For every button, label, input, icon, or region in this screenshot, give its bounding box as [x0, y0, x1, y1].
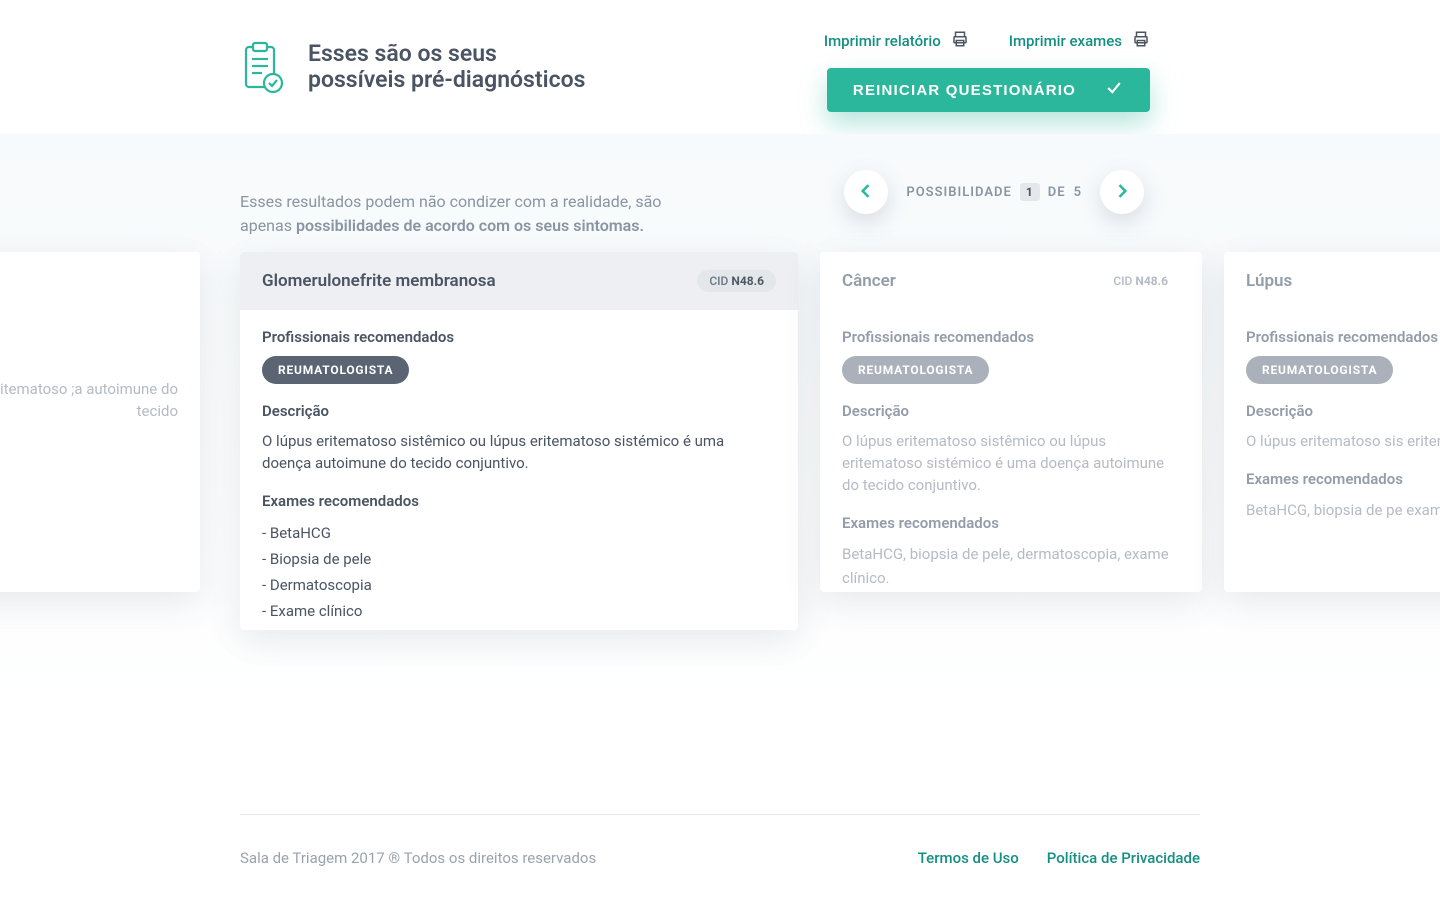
professional-pill: REUMATOLOGISTA: [1246, 356, 1393, 384]
prev-possibility-button[interactable]: [844, 170, 888, 214]
professionals-label: Profissionais recomendados: [1246, 328, 1440, 346]
diagnosis-card-next-2[interactable]: Lúpus Profissionais recomendados REUMATO…: [1224, 252, 1440, 592]
description-label: Descrição: [262, 402, 776, 420]
chevron-right-icon: [1112, 181, 1132, 204]
exam-item: - Biopsia de pele: [262, 546, 776, 572]
header-bar: Esses são os seus possíveis pré-diagnóst…: [0, 0, 1440, 134]
pager-label: POSSIBILIDADE 1 DE 5: [906, 183, 1082, 201]
terms-link[interactable]: Termos de Uso: [918, 849, 1019, 867]
diagnosis-card-next[interactable]: Câncer CID N48.6 Profissionais recomenda…: [820, 252, 1202, 592]
exam-item: - Exame clínico: [262, 598, 776, 624]
print-icon: [1132, 30, 1150, 52]
privacy-link[interactable]: Política de Privacidade: [1047, 849, 1200, 867]
print-report-link[interactable]: Imprimir relatório: [824, 30, 969, 52]
diagnosis-description: istêmico ou lúpus eritematoso ;a autoimu…: [0, 378, 178, 422]
diagnosis-description: O lúpus eritematoso sistêmico ou lúpus e…: [262, 430, 776, 474]
diagnosis-title: Glomerulonefrite membranosa: [262, 271, 496, 291]
possibility-pager: POSSIBILIDADE 1 DE 5: [844, 170, 1144, 214]
print-links: Imprimir relatório Imprimir exames: [824, 30, 1150, 52]
description-label: Descrição: [842, 402, 1180, 420]
exams-label: Exames recomendados: [1246, 470, 1440, 488]
copyright-text: Sala de Triagem 2017 ® Todos os direitos…: [240, 849, 596, 867]
clipboard-check-icon: [240, 41, 284, 93]
chevron-left-icon: [856, 181, 876, 204]
description-label: Descrição: [1246, 402, 1440, 420]
exam-item: - BetaHCG: [262, 520, 776, 546]
footer: Sala de Triagem 2017 ® Todos os direitos…: [0, 814, 1440, 900]
top-actions: Imprimir relatório Imprimir exames REINI…: [824, 30, 1150, 112]
page-title: Esses são os seus possíveis pré-diagnóst…: [308, 41, 585, 93]
results-band: Esses resultados podem não condizer com …: [0, 134, 1440, 814]
professional-pill: REUMATOLOGISTA: [262, 356, 409, 384]
diagnosis-title: Câncer: [842, 271, 896, 291]
check-icon: [1104, 78, 1124, 102]
pager-total: 5: [1074, 185, 1082, 200]
print-exams-link[interactable]: Imprimir exames: [1009, 30, 1150, 52]
cid-badge: CID N48.6: [1101, 270, 1180, 292]
professional-pill: REUMATOLOGISTA: [842, 356, 989, 384]
restart-questionnaire-button[interactable]: REINICIAR QUESTIONÁRIO: [827, 68, 1150, 112]
diagnosis-card-main[interactable]: Glomerulonefrite membranosa CID N48.6 Pr…: [240, 252, 798, 630]
cid-badge: CID N48.6: [697, 270, 776, 292]
exams-inline: BetaHCG, biopsia de pe exame clínico.: [1246, 498, 1440, 522]
exams-label: Exames recomendados: [262, 492, 776, 510]
next-possibility-button[interactable]: [1100, 170, 1144, 214]
exam-item: - Dermatoscopia: [262, 572, 776, 598]
professionals-label: Profissionais recomendados: [262, 328, 776, 346]
diagnosis-description: O lúpus eritematoso sistêmico ou lúpus e…: [842, 430, 1180, 496]
diagnosis-title: Lúpus: [1246, 271, 1292, 291]
diagnosis-carousel: praroxistica istêmico ou lúpus eritemato…: [0, 252, 1440, 772]
pager-current: 1: [1020, 183, 1040, 201]
diagnosis-card-prev[interactable]: praroxistica istêmico ou lúpus eritemato…: [0, 252, 200, 592]
exams-label: Exames recomendados: [842, 514, 1180, 532]
exams-inline: BetaHCG, biopsia de pele, dermatoscopia,…: [842, 542, 1180, 590]
disclaimer-text: Esses resultados podem não condizer com …: [240, 190, 700, 238]
print-icon: [951, 30, 969, 52]
diagnosis-description: O lúpus eritematoso sis eritematoso sist…: [1246, 430, 1440, 452]
professionals-label: Profissionais recomendados: [842, 328, 1180, 346]
